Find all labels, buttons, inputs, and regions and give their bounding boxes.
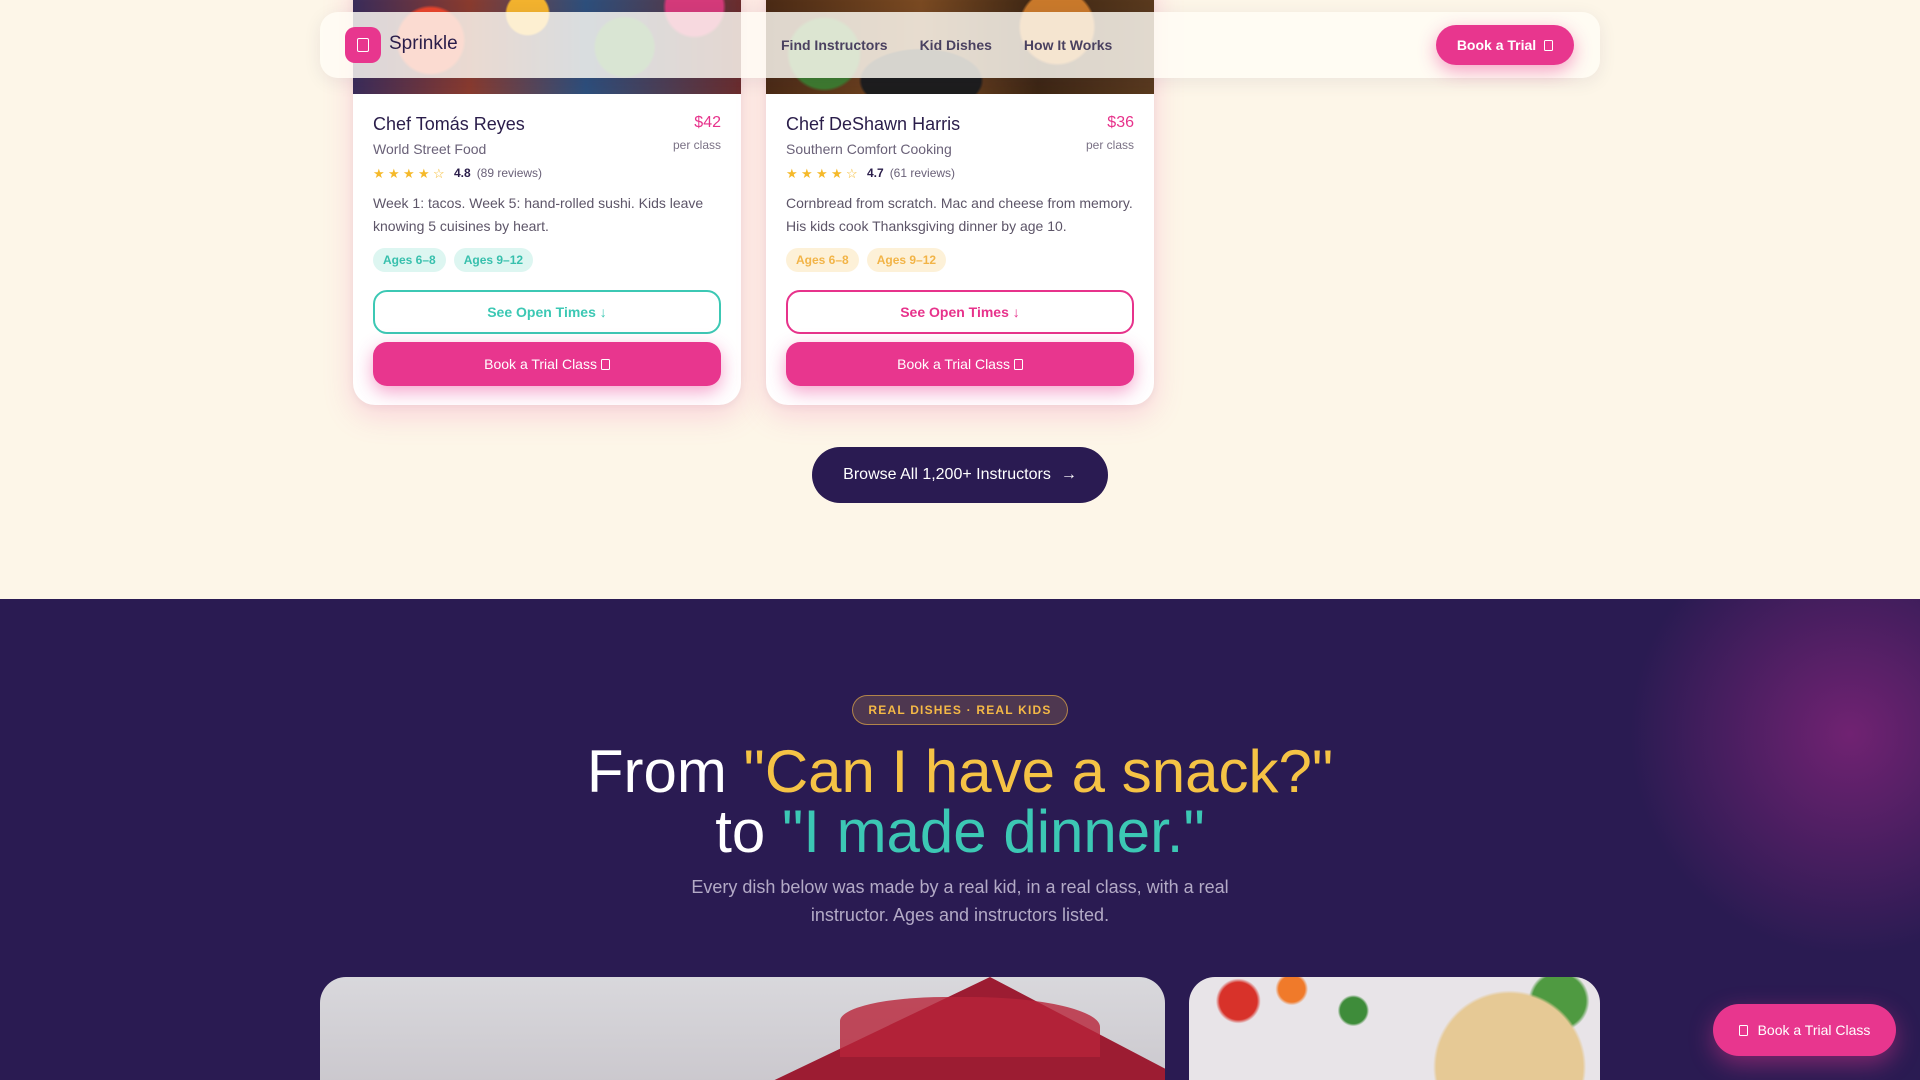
rating-value: 4.8 <box>454 166 471 180</box>
see-open-times-button[interactable]: See Open Times ↓ <box>373 290 721 334</box>
calendar-icon <box>1738 1024 1748 1036</box>
floating-book-trial-button[interactable]: Book a Trial Class <box>1713 1004 1896 1056</box>
browse-all-instructors-button[interactable]: Browse All 1,200+ Instructors → <box>812 447 1108 503</box>
button-label: Browse All 1,200+ Instructors <box>843 466 1051 483</box>
see-open-times-button[interactable]: See Open Times ↓ <box>786 290 1134 334</box>
star-outline-icon: ☆ <box>433 165 445 181</box>
book-trial-class-button[interactable]: Book a Trial Class <box>373 342 721 386</box>
calendar-icon <box>1544 39 1554 51</box>
age-tags: Ages 6–8 Ages 9–12 <box>373 248 721 272</box>
button-label: Book a Trial Class <box>1757 1022 1871 1038</box>
headline-quote: "Can I have a snack?" <box>743 738 1334 805</box>
age-tag: Ages 9–12 <box>866 248 947 272</box>
headline-line-2: to "I made dinner." <box>0 802 1920 862</box>
star-outline-icon: ☆ <box>846 165 858 181</box>
age-tags: Ages 6–8 Ages 9–12 <box>786 248 1134 272</box>
rating: ★ ★ ★ ★ ☆ 4.8 (89 reviews) <box>373 166 721 180</box>
card-body: Chef Tomás Reyes World Street Food $42 p… <box>373 114 721 272</box>
button-label: Book a Trial Class <box>897 356 1010 372</box>
age-tag: Ages 9–12 <box>453 248 534 272</box>
kid-dishes-section: REAL DISHES · REAL KIDS From "Can I have… <box>0 599 1920 1080</box>
section-subtext: Every dish below was made by a real kid,… <box>691 877 1229 925</box>
star-icon: ★ <box>816 165 828 181</box>
button-label: Book a Trial <box>1456 37 1537 53</box>
instructor-specialty: Southern Comfort Cooking <box>786 141 952 157</box>
arrow-right-icon: → <box>1060 466 1077 483</box>
age-tag: Ages 6–8 <box>786 248 859 272</box>
rating-value: 4.7 <box>867 166 884 180</box>
nav-link-kid-dishes[interactable]: Kid Dishes <box>920 37 992 53</box>
instructor-name: Chef Tomás Reyes <box>373 114 525 134</box>
headline-line-1: From "Can I have a snack?" <box>0 742 1920 802</box>
age-tag: Ages 6–8 <box>373 248 446 272</box>
price: $36 <box>1107 114 1134 131</box>
button-label: Book a Trial Class <box>484 356 597 372</box>
top-navigation: Sprinkle Find Instructors Kid Dishes How… <box>320 12 1600 78</box>
logo-icon[interactable] <box>345 27 381 63</box>
star-icon: ★ <box>831 165 843 181</box>
book-trial-nav-button[interactable]: Book a Trial <box>1436 25 1574 65</box>
rating-stars: ★ ★ ★ ★ ☆ <box>786 167 859 180</box>
star-icon: ★ <box>786 165 798 181</box>
section-eyebrow-badge: REAL DISHES · REAL KIDS <box>852 695 1068 725</box>
headline-quote: "I made dinner." <box>781 798 1205 865</box>
price-unit: per class <box>1085 138 1134 152</box>
star-icon: ★ <box>403 165 415 181</box>
dish-photo-pie[interactable] <box>320 977 1165 1080</box>
star-icon: ★ <box>388 165 400 181</box>
review-count: (61 reviews) <box>889 166 956 180</box>
headline-prefix: to <box>715 798 782 865</box>
instructor-description: Cornbread from scratch. Mac and cheese f… <box>786 195 1133 234</box>
star-icon: ★ <box>373 165 385 181</box>
headline-prefix: From <box>586 738 744 805</box>
pie-filling-shape <box>840 997 1100 1057</box>
logo-glyph <box>357 38 369 52</box>
price: $42 <box>694 114 721 131</box>
book-trial-class-button[interactable]: Book a Trial Class <box>786 342 1134 386</box>
brand-name[interactable]: Sprinkle <box>389 33 458 55</box>
calendar-icon <box>1013 358 1023 370</box>
instructor-specialty: World Street Food <box>373 141 487 157</box>
dish-photo-veggies[interactable] <box>1189 977 1600 1080</box>
star-icon: ★ <box>801 165 813 181</box>
nav-link-find-instructors[interactable]: Find Instructors <box>781 37 888 53</box>
rating-stars: ★ ★ ★ ★ ☆ <box>373 167 446 180</box>
star-icon: ★ <box>418 165 430 181</box>
price-unit: per class <box>672 138 721 152</box>
instructor-description: Week 1: tacos. Week 5: hand-rolled sushi… <box>373 195 704 234</box>
review-count: (89 reviews) <box>476 166 543 180</box>
card-body: Chef DeShawn Harris Southern Comfort Coo… <box>786 114 1134 272</box>
rating: ★ ★ ★ ★ ☆ 4.7 (61 reviews) <box>786 166 1134 180</box>
instructors-section: Chef Tomás Reyes World Street Food $42 p… <box>0 0 1920 599</box>
nav-link-how-it-works[interactable]: How It Works <box>1024 37 1112 53</box>
calendar-icon <box>600 358 610 370</box>
instructor-name: Chef DeShawn Harris <box>786 114 961 134</box>
nav-links: Find Instructors Kid Dishes How It Works <box>781 37 1112 53</box>
